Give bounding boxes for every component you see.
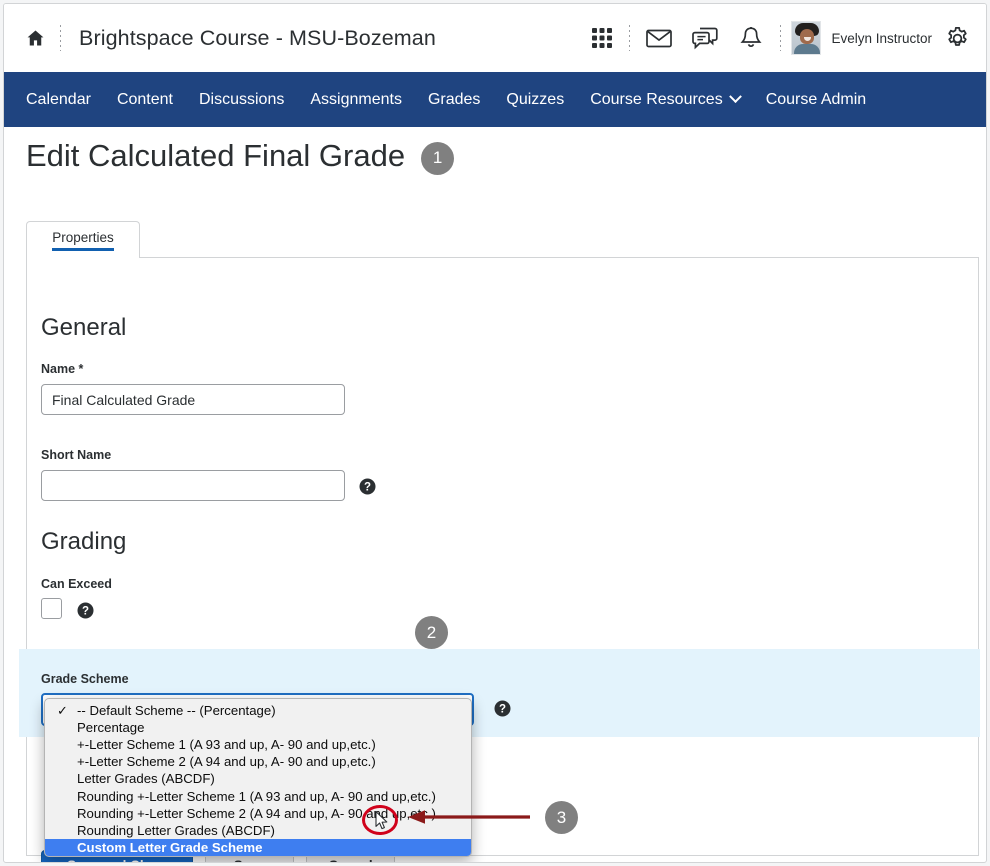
app-header: Brightspace Course - MSU-Bozeman Evelyn …: [4, 4, 986, 72]
gear-icon[interactable]: [940, 21, 974, 55]
header-divider: [780, 25, 782, 51]
dropdown-option[interactable]: +-Letter Scheme 2 (A 94 and up, A- 90 an…: [45, 753, 471, 770]
page-title: Edit Calculated Final Grade: [26, 138, 406, 173]
properties-form: General Name * Short Name ? Grading Can …: [19, 258, 980, 862]
nav-item-discussions[interactable]: Discussions: [199, 91, 284, 109]
short-name-input[interactable]: [41, 470, 345, 501]
screenshot-root: Brightspace Course - MSU-Bozeman Evelyn …: [0, 0, 990, 866]
help-icon[interactable]: ?: [359, 478, 376, 495]
name-label: Name *: [41, 362, 84, 376]
name-input[interactable]: [41, 384, 345, 415]
avatar[interactable]: [791, 21, 822, 55]
nav-item-content[interactable]: Content: [117, 91, 173, 109]
grade-scheme-label: Grade Scheme: [41, 672, 129, 686]
tab-label: Properties: [52, 230, 114, 251]
nav-label: Grades: [427, 90, 481, 108]
nav-item-course-admin[interactable]: Course Admin: [766, 91, 867, 109]
nav-label: Quizzes: [506, 90, 565, 108]
section-heading-general: General: [41, 314, 127, 341]
course-title: Brightspace Course - MSU-Bozeman: [79, 25, 436, 50]
nav-label: Course Resources: [590, 90, 723, 108]
page-header: Edit Calculated Final Grade 1: [4, 127, 986, 185]
apps-grid-icon[interactable]: [585, 21, 619, 55]
step-badge-2: 2: [415, 616, 448, 649]
svg-text:?: ?: [499, 704, 506, 716]
home-icon[interactable]: [22, 25, 48, 51]
help-icon[interactable]: ?: [494, 700, 511, 717]
dropdown-option[interactable]: Percentage: [45, 719, 471, 736]
dropdown-option[interactable]: -- Default Scheme -- (Percentage): [45, 702, 471, 719]
nav-label: Assignments: [310, 90, 402, 108]
nav-item-assignments[interactable]: Assignments: [310, 91, 402, 109]
tab-strip: Properties: [26, 221, 979, 259]
section-heading-grading: Grading: [41, 528, 127, 555]
main-navigation: Calendar Content Discussions Assignments…: [4, 72, 986, 127]
dropdown-option[interactable]: Letter Grades (ABCDF): [45, 770, 471, 787]
nav-item-calendar[interactable]: Calendar: [26, 91, 91, 109]
nav-label: Content: [116, 90, 173, 108]
dropdown-option[interactable]: Rounding +-Letter Scheme 1 (A 93 and up,…: [45, 787, 471, 804]
can-exceed-checkbox[interactable]: [41, 598, 62, 619]
tab-properties[interactable]: Properties: [26, 221, 140, 259]
dropdown-option[interactable]: +-Letter Scheme 1 (A 93 and up, A- 90 an…: [45, 736, 471, 753]
step-badge-1: 1: [421, 141, 455, 175]
nav-item-course-resources[interactable]: Course Resources: [590, 90, 742, 109]
chat-bubble-icon[interactable]: [688, 21, 722, 55]
nav-label: Course Admin: [765, 90, 867, 108]
avatar-body: [794, 44, 821, 54]
browser-page: Brightspace Course - MSU-Bozeman Evelyn …: [3, 3, 987, 863]
user-name[interactable]: Evelyn Instructor: [831, 31, 932, 46]
nav-item-grades[interactable]: Grades: [428, 91, 480, 109]
header-actions: Evelyn Instructor: [579, 4, 986, 72]
chevron-down-icon: [728, 90, 742, 104]
grade-scheme-dropdown-list[interactable]: -- Default Scheme -- (Percentage) Percen…: [44, 698, 472, 857]
svg-text:?: ?: [364, 482, 371, 494]
mouse-cursor-icon: [375, 811, 388, 830]
header-divider: [629, 25, 631, 51]
step-badge-3: 3: [545, 801, 578, 834]
svg-text:?: ?: [82, 606, 89, 618]
can-exceed-label: Can Exceed: [41, 577, 112, 591]
content-panel: Properties General Name * Short Name ? G…: [19, 221, 980, 862]
bell-icon[interactable]: [734, 21, 768, 55]
short-name-label: Short Name: [41, 448, 112, 462]
help-icon[interactable]: ?: [77, 602, 94, 619]
email-icon[interactable]: [642, 21, 676, 55]
header-divider: [60, 25, 61, 51]
annotation-arrow: [408, 809, 532, 825]
dropdown-option-selected[interactable]: Custom Letter Grade Scheme: [45, 838, 471, 856]
nav-label: Discussions: [198, 90, 285, 108]
nav-item-quizzes[interactable]: Quizzes: [506, 91, 564, 109]
nav-label: Calendar: [26, 90, 91, 108]
